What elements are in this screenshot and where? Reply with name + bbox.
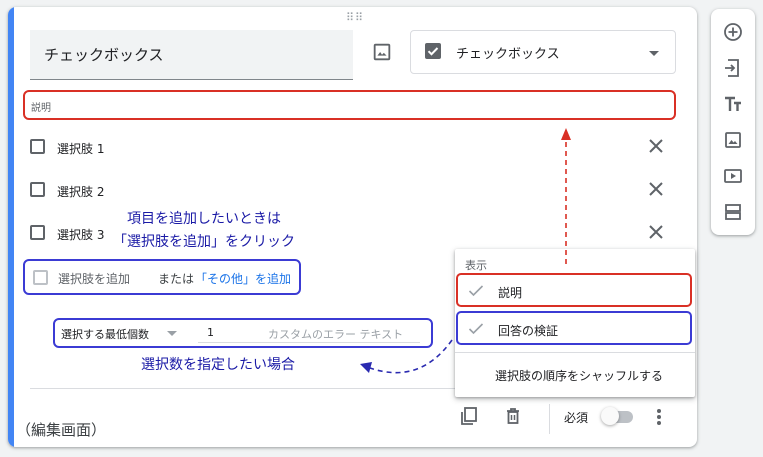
option-label-input[interactable]: 選択肢 1 [57,140,104,157]
required-toggle[interactable] [601,407,635,425]
new-option-checkbox [33,270,48,285]
required-label: 必須 [564,411,589,425]
menu-item-label: 回答の検証 [498,324,559,338]
import-questions-icon[interactable] [722,57,744,79]
add-video-icon[interactable] [722,165,744,187]
option-checkbox [30,182,45,197]
count-input-underline [198,342,266,343]
add-title-icon[interactable] [722,93,744,115]
add-option-note-line2: 「選択肢を追加」をクリック [113,234,295,250]
option-checkbox [30,225,45,240]
menu-header-show: 表示 [465,259,487,272]
add-image-icon[interactable] [371,41,393,63]
active-question-indicator [8,7,14,447]
add-question-icon[interactable] [722,21,744,43]
floating-toolbar [711,9,755,235]
menu-item-shuffle-options[interactable]: 選択肢の順序をシャッフルする [495,367,663,384]
or-label: または [158,272,195,286]
add-option-note-line1: 項目を追加したいときは [127,211,281,227]
add-other-button[interactable]: 「その他」を追加 [195,270,291,287]
menu-item-description[interactable]: 説明 [456,273,692,307]
remove-option-icon[interactable] [647,137,665,155]
response-validation-row: 選択する最低個数 1 カスタムのエラー テキスト [53,318,433,348]
dropdown-arrow-icon [649,51,659,56]
error-input-underline [260,342,420,343]
option-checkbox [30,139,45,154]
menu-item-response-validation[interactable]: 回答の検証 [456,311,692,345]
validation-count-input[interactable]: 1 [207,326,214,339]
question-type-label: チェックボックス [456,47,560,62]
edit-screen-label: （編集画面） [16,421,107,439]
check-icon [468,285,484,297]
custom-error-input[interactable]: カスタムのエラー テキスト [268,326,403,342]
more-options-icon[interactable] [655,407,663,427]
checkbox-type-icon [425,43,441,59]
toggle-knob [601,407,619,425]
menu-item-label: 説明 [498,286,523,300]
add-option-button[interactable]: 選択肢を追加 [58,270,130,287]
add-section-icon[interactable] [722,201,744,223]
more-options-menu: 表示 説明 回答の検証 選択肢の順序をシャッフルする [455,249,695,397]
option-label-input[interactable]: 選択肢 3 [57,226,104,243]
question-type-dropdown[interactable]: チェックボックス [410,30,676,74]
add-image-icon[interactable] [722,129,744,151]
remove-option-icon[interactable] [647,223,665,241]
question-title-input[interactable]: チェックボックス [30,30,353,80]
remove-option-icon[interactable] [647,180,665,198]
description-field[interactable]: 説明 [23,90,676,120]
add-option-row: 選択肢を追加 または 「その他」を追加 [23,259,301,295]
duplicate-icon[interactable] [459,406,479,426]
drag-handle-icon[interactable]: ⠿⠿ [346,12,364,23]
menu-divider [455,352,695,353]
chevron-down-icon[interactable] [167,331,177,336]
validation-note: 選択数を指定したい場合 [141,357,295,373]
delete-icon[interactable] [503,406,523,426]
check-icon [468,323,484,335]
option-label-input[interactable]: 選択肢 2 [57,183,104,200]
footer-separator [549,404,550,434]
validation-rule-select[interactable]: 選択する最低個数 [61,326,149,342]
